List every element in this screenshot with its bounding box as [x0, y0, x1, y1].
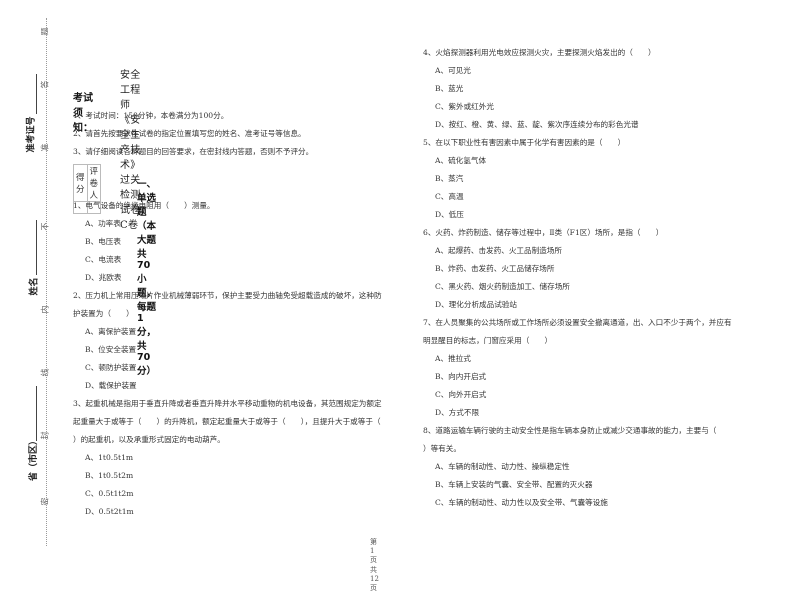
notice-item: 2、请首先按要求在试卷的指定位置填写您的姓名、准考证号等信息。 — [73, 129, 306, 138]
seal-char: 内 — [40, 305, 50, 314]
question-2-option: B、位安全装置 — [85, 345, 137, 354]
province-line — [36, 386, 37, 441]
exam-id-label: 准考证号 — [26, 116, 37, 153]
question-3-option: D、0.5t2t1m — [85, 507, 134, 516]
question-2-option: A、离保护装置 — [85, 327, 137, 336]
page-number: 第 1 页 共 12 页 — [370, 538, 379, 592]
seal-char: 密 — [40, 497, 50, 506]
question-7-text: 7、在人员聚集的公共场所或工作场所必须设置安全撤离通道，出、入口不少于两个，并应… — [423, 318, 732, 327]
question-2-text: 2、压力机上常用压塌片作业机械薄弱环节，保护主要受力曲轴免受超载造成的破坏，这种… — [73, 291, 382, 300]
seal-line — [46, 18, 47, 546]
question-8-option: C、车辆的制动性、动力性以及安全带、气囊等设施 — [435, 498, 608, 507]
question-5-option: C、高温 — [435, 192, 464, 201]
name-line — [36, 220, 37, 275]
question-6-option: C、黑火药、烟火药制造加工、储存场所 — [435, 282, 570, 291]
question-8-option: A、车辆的制动性、动力性、操纵稳定性 — [435, 462, 570, 471]
seal-char: 线 — [40, 368, 50, 377]
seal-char: 答 — [40, 80, 50, 89]
seal-char: 准 — [40, 143, 50, 152]
seal-char: 封 — [40, 431, 50, 440]
notice-item: 1、考试时间：150分钟，本卷满分为100分。 — [73, 111, 229, 120]
question-8-option: B、车辆上安装的气囊、安全带、配置的灭火器 — [435, 480, 593, 489]
score-label: 得分 — [73, 164, 88, 202]
question-6-option: D、理化分析成品试验站 — [435, 300, 518, 309]
seal-char: 题 — [40, 27, 50, 36]
question-6-text: 6、火药、炸药制造、储存等过程中，Ⅱ类（F1区）场所，是指（ ） — [423, 228, 664, 237]
question-2-text: 护装置为（ ） — [73, 309, 134, 318]
question-6-option: A、起爆药、击发药、火工品制造场所 — [435, 246, 562, 255]
seal-char: 不 — [40, 222, 50, 231]
question-1-option: A、功率表 — [85, 219, 121, 228]
question-7-option: D、方式不限 — [435, 408, 480, 417]
question-8-text: ）等有关。 — [423, 444, 461, 453]
binding-margin: 题 答 准 不 内 线 封 密 准考证号 姓名 省（市区） — [0, 0, 60, 565]
question-7-option: A、推拉式 — [435, 354, 471, 363]
notice-item: 3、请仔细阅读各种题目的回答要求，在密封线内答题，否则不予评分。 — [73, 147, 314, 156]
question-2-option: C、顿防护装置 — [85, 363, 137, 372]
question-3-option: B、1t0.5t2m — [85, 471, 134, 480]
question-2-option: D、载保护装置 — [85, 381, 137, 390]
grader-label: 评卷人 — [86, 164, 102, 202]
question-7-text: 明显醒目的标志，门窗应采用（ ） — [423, 336, 553, 345]
question-4-option: B、蓝光 — [435, 84, 464, 93]
question-4-text: 4、火焰探测器利用光电效应探测火灾，主要探测火焰发出的（ ） — [423, 48, 656, 57]
question-1-option: C、电流表 — [85, 255, 122, 264]
question-4-option: C、紫外或红外光 — [435, 102, 494, 111]
question-3-text: 起重量大于或等于（ ）的升降机，额定起重量大于或等于（ ），且提升大于或等于（ — [73, 417, 381, 426]
question-3-text: 3、起重机械是指用于垂直升降或者垂直升降并水平移动重物的机电设备，其范围规定为额… — [73, 399, 382, 408]
question-4-option: D、按红、橙、黄、绿、蓝、靛、紫次序连续分布的彩色光谱 — [435, 120, 639, 129]
question-5-option: A、硫化氢气体 — [435, 156, 487, 165]
question-5-option: D、低压 — [435, 210, 464, 219]
question-4-option: A、可见光 — [435, 66, 471, 75]
question-3-text: ）的起重机，以及承重形式固定的电动葫芦。 — [73, 435, 225, 444]
question-3-option: A、1t0.5t1m — [85, 453, 134, 462]
exam-id-line — [36, 74, 37, 114]
question-7-option: B、向内开启式 — [435, 372, 487, 381]
province-label: 省（市区） — [29, 435, 40, 482]
question-1-option: B、电压表 — [85, 237, 121, 246]
question-6-option: B、炸药、击发药、火工品储存场所 — [435, 264, 555, 273]
question-5-option: B、蒸汽 — [435, 174, 464, 183]
name-label: 姓名 — [29, 277, 40, 296]
question-8-text: 8、道路运输车辆行驶的主动安全性是指车辆本身防止或减少交通事故的能力，主要与（ — [423, 426, 717, 435]
question-5-text: 5、在以下职业性有害因素中属于化学有害因素的是（ ） — [423, 138, 626, 147]
question-3-option: C、0.5t1t2m — [85, 489, 134, 498]
question-1-option: D、兆欧表 — [85, 273, 122, 282]
question-7-option: C、向外开启式 — [435, 390, 487, 399]
question-1-text: 1、电气设备的绝缘电阻用（ ）测量。 — [73, 201, 215, 210]
